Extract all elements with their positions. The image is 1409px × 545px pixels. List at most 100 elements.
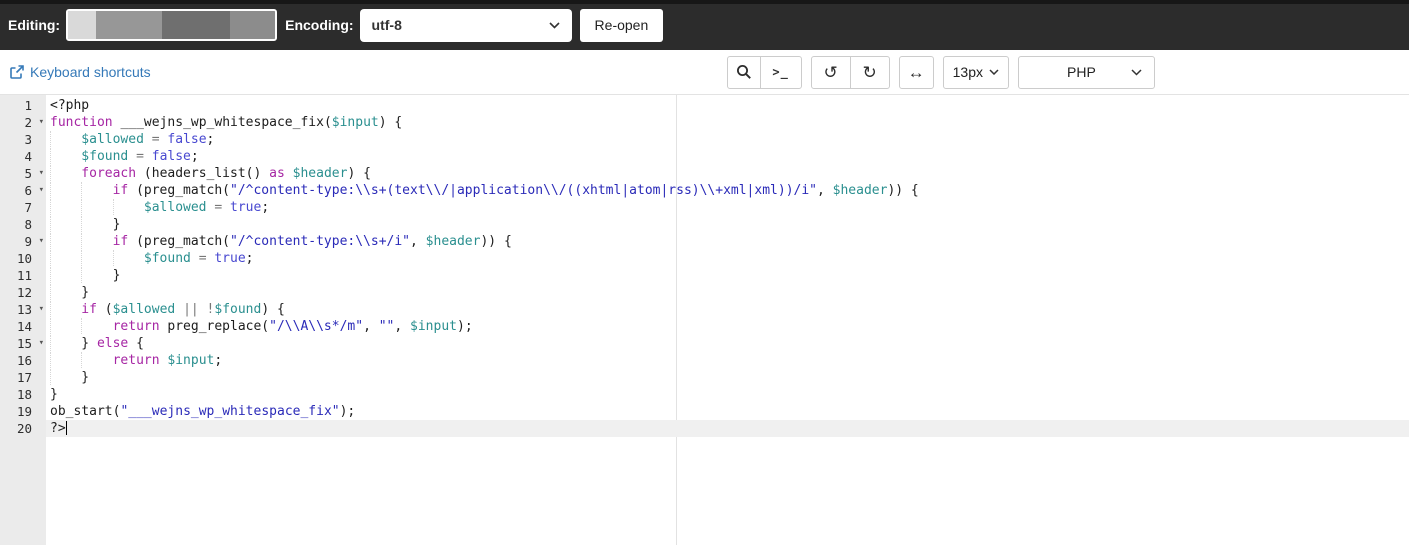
reopen-button[interactable]: Re-open — [579, 8, 664, 42]
find-group: >_ — [726, 55, 802, 89]
fold-arrow-icon[interactable]: ▾ — [39, 335, 44, 352]
code-text: } — [46, 267, 1409, 284]
keyboard-shortcuts-label: Keyboard shortcuts — [30, 64, 151, 80]
line-number: 6 ▾ — [0, 182, 46, 199]
redacted-segment — [96, 11, 163, 39]
code-line[interactable]: 18} — [0, 386, 1409, 403]
code-text: } — [50, 387, 58, 402]
code-line[interactable]: 2 ▾ function ___wejns_wp_whitespace_fix($i… — [0, 114, 1409, 131]
language-select[interactable]: PHP — [1018, 55, 1155, 89]
word-wrap-icon: ↔ — [907, 62, 925, 82]
code-line[interactable]: 10 $found = true; — [0, 250, 1409, 267]
code-text: ?> — [46, 420, 1409, 437]
file-path-redacted — [66, 9, 278, 41]
code-text: } else { — [46, 335, 1409, 352]
encoding-label: Encoding: — [285, 17, 354, 33]
code-line[interactable]: 3 $allowed = false; — [0, 131, 1409, 148]
terminal-icon: >_ — [772, 65, 789, 79]
code-text: } — [46, 369, 1409, 386]
code-line[interactable]: 14 return preg_replace("/\\A\\s*/m", "", … — [0, 318, 1409, 335]
redo-button[interactable]: ↻ — [849, 55, 890, 89]
line-number: 7 — [0, 199, 46, 216]
code-line[interactable]: 6 ▾ if (preg_match("/^content-type:\\s+(te… — [0, 182, 1409, 199]
code-text: $allowed = false; — [46, 131, 1409, 148]
line-number: 1 — [0, 97, 46, 114]
code-line[interactable]: 19 ob_start("___wejns_wp_whitespace_fix")… — [0, 403, 1409, 420]
code-text: return preg_replace("/\\A\\s*/m", "", $i… — [46, 318, 1409, 335]
line-number: 9 ▾ — [0, 233, 46, 250]
line-number: 2 ▾ — [0, 114, 46, 131]
code-text: if ($allowed || !$found) { — [46, 301, 1409, 318]
fold-arrow-icon[interactable]: ▾ — [39, 233, 44, 250]
chevron-down-icon — [1131, 68, 1142, 76]
chevron-down-icon — [989, 69, 999, 75]
code-editor[interactable]: 1 <?php 2 ▾ function ___wejns_wp_whitespace_… — [0, 95, 1409, 545]
code-text: foreach (headers_list() as $header) { — [46, 165, 1409, 182]
line-number: 15 ▾ — [0, 335, 46, 352]
terminal-button[interactable]: >_ — [759, 55, 802, 89]
code-text: function ___wejns_wp_whitespace_fix($inp… — [50, 115, 403, 130]
editing-label: Editing: — [8, 17, 61, 33]
fold-arrow-icon[interactable]: ▾ — [39, 165, 44, 182]
line-number: 3 — [0, 131, 46, 148]
redacted-segment — [230, 11, 276, 39]
line-number: 14 — [0, 318, 46, 335]
line-number: 20 — [0, 420, 46, 437]
code-text: if (preg_match("/^content-type:\\s+/i", … — [46, 233, 1409, 250]
redacted-segment — [68, 11, 97, 39]
line-number: 11 — [0, 267, 46, 284]
word-wrap-button[interactable]: ↔ — [898, 55, 934, 89]
toolbar-buttons: >_ ↺ ↻ ↔ 13px PHP — [726, 55, 1155, 89]
code-line[interactable]: 12} — [0, 284, 1409, 301]
code-text: <?php — [50, 98, 90, 113]
editor-app: Editing: Encoding: utf-8 Re-open Keyboar… — [0, 0, 1409, 545]
code-line[interactable]: 9 ▾ if (preg_match("/^content-type:\\s+/i"… — [0, 233, 1409, 250]
code-line[interactable]: 17} — [0, 369, 1409, 386]
fold-arrow-icon[interactable]: ▾ — [39, 301, 44, 318]
code-line[interactable]: 1 <?php — [0, 97, 1409, 114]
line-number: 19 — [0, 403, 46, 420]
code-line[interactable]: 13 ▾ if ($allowed || !$found) { — [0, 301, 1409, 318]
line-number: 18 — [0, 386, 46, 403]
line-number: 8 — [0, 216, 46, 233]
encoding-select-value: utf-8 — [371, 17, 402, 33]
topbar: Editing: Encoding: utf-8 Re-open — [0, 0, 1409, 50]
font-size-value: 13px — [952, 64, 983, 80]
keyboard-shortcuts-link[interactable]: Keyboard shortcuts — [10, 64, 151, 80]
encoding-select[interactable]: utf-8 — [359, 8, 572, 42]
language-value: PHP — [1067, 64, 1096, 80]
chevron-down-icon — [548, 21, 560, 29]
undo-button[interactable]: ↺ — [810, 55, 851, 89]
text-cursor — [65, 421, 68, 435]
code-line[interactable]: 16 return $input; — [0, 352, 1409, 369]
undo-icon: ↺ — [823, 62, 838, 82]
code-line[interactable]: 5 ▾ foreach (headers_list() as $header) { — [0, 165, 1409, 182]
code-text: } — [46, 284, 1409, 301]
line-number: 17 — [0, 369, 46, 386]
code-line[interactable]: 11} — [0, 267, 1409, 284]
code-text: $allowed = true; — [46, 199, 1409, 216]
line-number: 12 — [0, 284, 46, 301]
search-button[interactable] — [726, 55, 761, 89]
code-line[interactable]: 20 ?> — [0, 420, 1409, 437]
line-number: 16 — [0, 352, 46, 369]
fold-arrow-icon[interactable]: ▾ — [39, 114, 44, 131]
code-line[interactable]: 7 $allowed = true; — [0, 199, 1409, 216]
external-link-icon — [10, 65, 24, 79]
undo-redo-group: ↺ ↻ — [810, 55, 890, 89]
redo-icon: ↻ — [862, 62, 877, 82]
code-text: return $input; — [46, 352, 1409, 369]
line-number: 4 — [0, 148, 46, 165]
line-number: 5 ▾ — [0, 165, 46, 182]
code-line[interactable]: 4 $found = false; — [0, 148, 1409, 165]
code-text: if (preg_match("/^content-type:\\s+(text… — [46, 182, 1409, 199]
code-text: } — [46, 216, 1409, 233]
code-lines: 1 <?php 2 ▾ function ___wejns_wp_whitespace_… — [0, 95, 1409, 437]
code-line[interactable]: 8} — [0, 216, 1409, 233]
font-size-select[interactable]: 13px — [942, 55, 1009, 89]
code-line[interactable]: 15 ▾} else { — [0, 335, 1409, 352]
code-text: $found = true; — [46, 250, 1409, 267]
search-icon — [736, 65, 751, 79]
fold-arrow-icon[interactable]: ▾ — [39, 182, 44, 199]
line-number: 10 — [0, 250, 46, 267]
